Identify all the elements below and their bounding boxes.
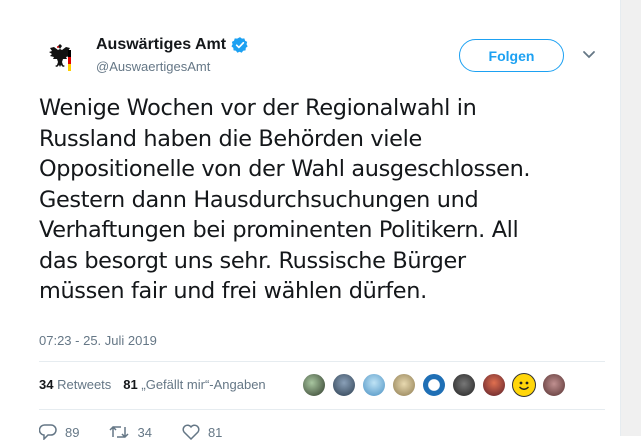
like-count: 81 bbox=[207, 424, 223, 440]
author-name-text: Auswärtiges Amt bbox=[96, 36, 227, 53]
chevron-down-icon[interactable] bbox=[582, 50, 596, 60]
liker-avatar[interactable] bbox=[422, 373, 446, 397]
author-avatar[interactable] bbox=[40, 38, 80, 78]
retweet-button[interactable]: 34 bbox=[109, 424, 152, 440]
flag-stripes bbox=[68, 50, 71, 71]
reply-icon bbox=[39, 424, 57, 440]
tweet-actions: 89 34 81 bbox=[39, 424, 222, 440]
like-button[interactable]: 81 bbox=[182, 424, 222, 440]
retweet-count: 34 bbox=[137, 424, 152, 440]
liker-avatar[interactable] bbox=[362, 373, 386, 397]
federal-eagle-icon bbox=[49, 44, 71, 67]
author-handle[interactable]: @AuswaertigesAmt bbox=[96, 59, 210, 74]
liker-avatar[interactable] bbox=[482, 373, 506, 397]
retweets-stat[interactable]: 34 Retweets bbox=[39, 377, 111, 392]
follow-button[interactable]: Folgen bbox=[459, 39, 564, 72]
author-name[interactable]: Auswärtiges Amt bbox=[96, 36, 249, 54]
tweet-text: Wenige Wochen vor der Regionalwahl in Ru… bbox=[39, 95, 531, 304]
liker-avatar[interactable] bbox=[302, 373, 326, 397]
liker-avatar[interactable] bbox=[332, 373, 356, 397]
heart-icon bbox=[182, 424, 200, 440]
liker-avatar[interactable] bbox=[512, 373, 536, 397]
verified-badge-icon bbox=[231, 37, 248, 53]
liker-avatar[interactable] bbox=[452, 373, 476, 397]
reply-button[interactable]: 89 bbox=[39, 424, 79, 440]
likes-stat[interactable]: 81 „Gefällt mir“-Angaben bbox=[123, 377, 265, 392]
retweets-count: 34 bbox=[39, 377, 54, 392]
smiley-icon bbox=[519, 381, 529, 390]
liker-avatars bbox=[302, 373, 566, 397]
likes-label: „Gefällt mir“-Angaben bbox=[141, 377, 266, 392]
reply-count: 89 bbox=[65, 424, 80, 440]
retweet-icon bbox=[109, 425, 129, 439]
likes-count: 81 bbox=[123, 377, 138, 392]
tweet-card: Auswärtiges Amt @AuswaertigesAmt Folgen … bbox=[0, 0, 620, 440]
page-gutter bbox=[620, 0, 641, 436]
engagement-stats: 34 Retweets 81 „Gefällt mir“-Angaben bbox=[39, 377, 266, 392]
divider bbox=[39, 409, 605, 410]
liker-avatar[interactable] bbox=[392, 373, 416, 397]
retweets-label: Retweets bbox=[57, 377, 112, 392]
divider bbox=[39, 361, 605, 362]
tweet-timestamp[interactable]: 07:23 - 25. Juli 2019 bbox=[39, 333, 157, 348]
liker-avatar[interactable] bbox=[542, 373, 566, 397]
